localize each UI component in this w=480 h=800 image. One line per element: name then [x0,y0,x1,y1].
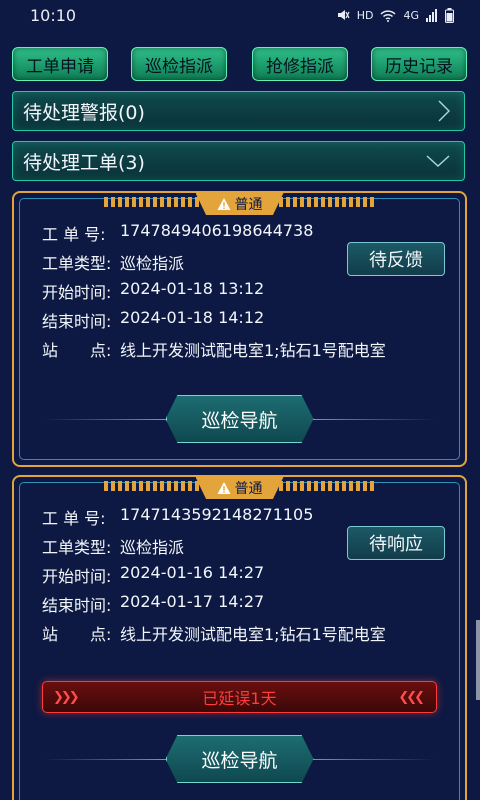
station-row: 站 点: 线上开发测试配电室1;钻石1号配电室 [42,621,386,645]
card-stripe-decoration [265,481,375,491]
order-type-row: 工单类型: 巡检指派 [42,250,184,274]
station-value: 线上开发测试配电室1;钻石1号配电室 [120,625,386,644]
station-row: 站 点: 线上开发测试配电室1;钻石1号配电室 [42,337,386,361]
nav-divider [310,759,435,760]
order-no-row: 工 单 号: 1747849406198644738 [42,221,313,245]
scrollbar-thumb[interactable] [476,620,480,700]
mute-icon [337,10,350,20]
order-no-label: 工 单 号: [42,509,106,528]
status-badge[interactable]: 待反馈 [347,242,445,276]
station-value: 线上开发测试配电室1;钻石1号配电室 [120,341,386,360]
inspection-nav-button[interactable]: 巡检导航 [165,395,314,443]
delay-label: 已延误1天 [202,689,277,708]
priority-label: 普通 [234,197,263,213]
end-time-label: 结束时间: [42,596,112,615]
priority-label: 普通 [234,481,263,497]
signal-icon [426,8,437,22]
warning-icon [217,198,230,210]
start-time-label: 开始时间: [42,283,112,302]
hd-indicator: HD [356,8,374,22]
priority-badge: 普通 [195,193,284,215]
chevron-right-icon: ❯❯❯ [53,690,80,705]
warning-icon [217,482,230,494]
top-tab-bar: 工单申请 巡检指派 抢修指派 历史记录 [12,47,468,81]
chevron-down-icon [426,155,450,167]
pending-alarms-label: 待处理警报(0) [23,101,145,124]
card-stripe-decoration [265,197,375,207]
status-time: 10:10 [30,5,77,25]
work-order-card: 普通 工 单 号: 1747143592148271105 工单类型: 巡检指派… [12,475,467,800]
order-no-value: 1747143592148271105 [120,505,314,524]
pending-orders-label: 待处理工单(3) [23,151,145,174]
tab-work-order-apply[interactable]: 工单申请 [12,47,108,81]
chevron-left-icon: ❮❮❮ [398,690,425,705]
end-time-label: 结束时间: [42,312,112,331]
start-time-row: 开始时间: 2024-01-18 13:12 [42,279,264,303]
battery-icon [445,7,454,23]
order-no-row: 工 单 号: 1747143592148271105 [42,505,313,529]
card-stripe-decoration [104,197,214,207]
chevron-right-icon [438,100,450,122]
order-no-value: 1747849406198644738 [120,221,314,240]
order-type-row: 工单类型: 巡检指派 [42,534,184,558]
pending-alarms-bar[interactable]: 待处理警报(0) [12,91,465,131]
tab-inspection-assign[interactable]: 巡检指派 [131,47,227,81]
end-time-row: 结束时间: 2024-01-18 14:12 [42,308,264,332]
station-label: 站 点: [42,341,112,360]
network-type: 4G [403,8,419,22]
priority-badge: 普通 [195,477,284,499]
order-type-label: 工单类型: [42,254,112,273]
nav-divider [44,419,169,420]
order-type-value: 巡检指派 [120,254,185,273]
start-time-label: 开始时间: [42,567,112,586]
order-no-label: 工 单 号: [42,225,106,244]
status-icons: HD 4G [336,7,454,23]
station-label: 站 点: [42,625,112,644]
end-time-value: 2024-01-18 14:12 [120,308,265,327]
order-type-label: 工单类型: [42,538,112,557]
end-time-row: 结束时间: 2024-01-17 14:27 [42,592,264,616]
work-order-card: 普通 工 单 号: 1747849406198644738 工单类型: 巡检指派… [12,191,467,467]
pending-orders-bar[interactable]: 待处理工单(3) [12,141,465,181]
delay-warning-bar: ❯❯❯ 已延误1天 ❮❮❮ [42,681,437,713]
start-time-value: 2024-01-16 14:27 [120,563,265,582]
end-time-value: 2024-01-17 14:27 [120,592,265,611]
wifi-icon [380,9,396,22]
order-type-value: 巡检指派 [120,538,185,557]
inspection-nav-button[interactable]: 巡检导航 [165,735,314,783]
status-badge[interactable]: 待响应 [347,526,445,560]
tab-history[interactable]: 历史记录 [371,47,467,81]
start-time-row: 开始时间: 2024-01-16 14:27 [42,563,264,587]
card-stripe-decoration [104,481,214,491]
nav-divider [310,419,435,420]
nav-area: 巡检导航 [44,729,435,789]
tab-repair-assign[interactable]: 抢修指派 [252,47,348,81]
nav-area: 巡检导航 [44,389,435,449]
nav-divider [44,759,169,760]
status-bar: 10:10 HD 4G [0,0,480,30]
start-time-value: 2024-01-18 13:12 [120,279,265,298]
